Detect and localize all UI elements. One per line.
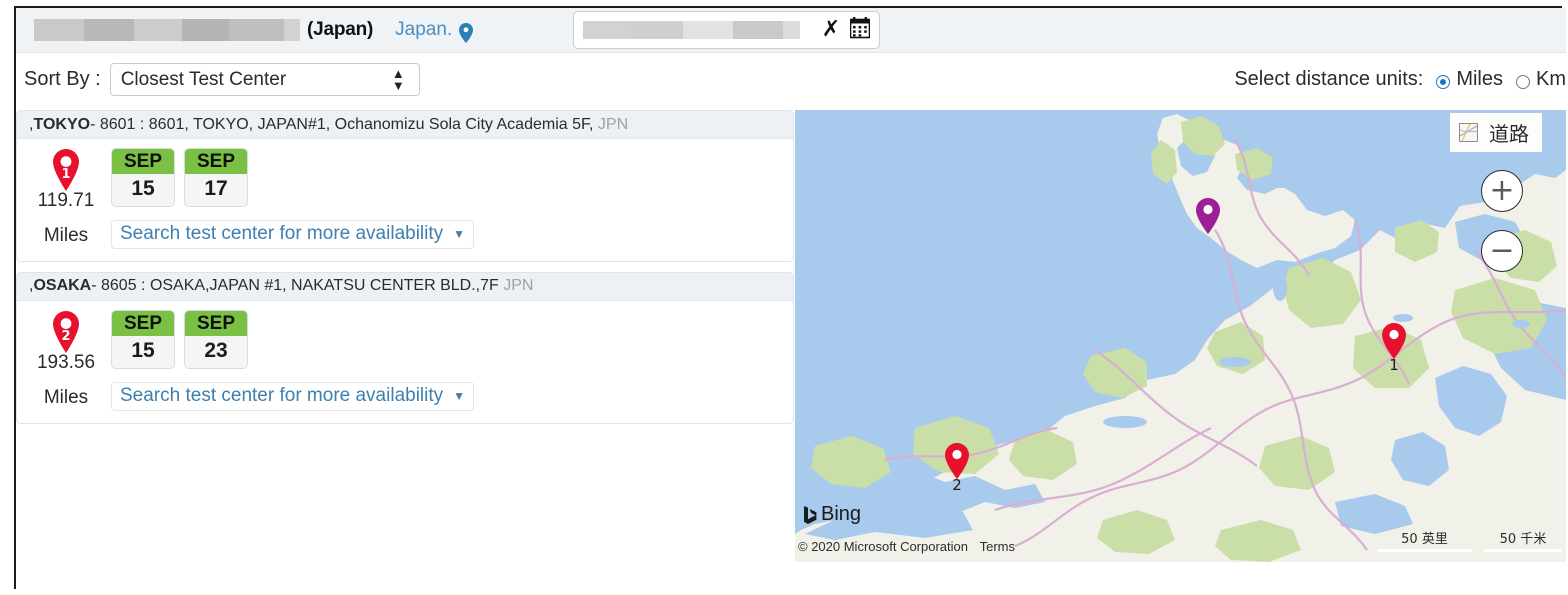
scale-miles-bar — [1377, 549, 1472, 552]
zoom-out-button[interactable]: − — [1481, 230, 1523, 272]
date-badge-month: SEP — [185, 310, 247, 336]
distance-unit: Miles — [43, 225, 89, 246]
date-badge[interactable]: SEP 17 — [184, 148, 248, 207]
calendar-icon[interactable] — [849, 16, 871, 44]
sort-by-value: Closest Test Center — [120, 68, 287, 90]
scale-km-label: 50 千米 — [1499, 532, 1547, 547]
map-canvas — [795, 110, 1566, 562]
zoom-in-button[interactable]: + — [1481, 170, 1523, 212]
country-label: (Japan) — [307, 19, 374, 40]
map-type-label: 道路 — [1489, 122, 1529, 146]
date-badge-day: 17 — [185, 173, 247, 206]
date-badge[interactable]: SEP 15 — [111, 148, 175, 207]
map-marker-label: 1 — [1389, 356, 1399, 374]
map-marker-home[interactable] — [1194, 197, 1222, 235]
radio-miles[interactable] — [1436, 74, 1451, 89]
bing-logo[interactable]: Bing — [803, 503, 861, 526]
candidate-name-redacted — [34, 19, 300, 41]
pin-number: 1 — [61, 167, 70, 182]
copyright-text: © 2020 Microsoft Corporation — [798, 539, 968, 554]
country-link[interactable]: Japan. — [395, 19, 452, 41]
road-map-icon — [1459, 123, 1478, 142]
date-badges: SEP 15 SEP 23 — [111, 309, 783, 369]
date-badge-day: 15 — [112, 335, 174, 368]
chevron-updown-icon: ▲ ▼ — [391, 66, 405, 93]
chevron-down-icon: ▼ — [453, 388, 466, 403]
distance-unit: Miles — [43, 386, 89, 408]
search-more-label: Search test center for more availability — [120, 222, 444, 244]
search-more-label: Search test center for more availability — [120, 384, 444, 406]
test-center-country-code: JPN — [503, 277, 534, 295]
map-copyright: © 2020 Microsoft Corporation Terms — [798, 539, 1015, 554]
date-badges: SEP 15 SEP 17 — [111, 148, 783, 207]
radio-km[interactable] — [1516, 74, 1530, 89]
map-marker-2[interactable]: 2 — [943, 442, 971, 494]
toolbar-row: Sort By : Closest Test Center ▲ ▼ Select … — [16, 53, 1566, 106]
plus-icon: + — [1489, 173, 1515, 208]
test-center-list: , TOKYO - 8601 : 8601, TOKYO, JAPAN#1, O… — [16, 110, 794, 589]
test-center-search-page: (Japan) Japan. ✗ Sort By: Closest Test … — [0, 0, 1568, 595]
bing-map[interactable]: 道路 + − 1 2 Bing © 2020 Microsoft Corpora… — [795, 110, 1566, 562]
test-center-details: - 8601 : 8601, TOKYO, JAPAN#1, Ochanomiz… — [90, 115, 594, 133]
test-center-body: 1 119.71 Miles SEP 15 SEP 17 Search test… — [17, 139, 793, 261]
scale-miles: 50 英里 — [1377, 528, 1472, 552]
location-pin-icon — [459, 23, 474, 43]
map-pin-icon: 2 — [49, 310, 83, 354]
sort-by-label: Sort By : — [24, 68, 101, 90]
date-badge-day: 15 — [112, 173, 174, 206]
distance-value: 193.56 — [36, 351, 96, 373]
date-badge-month: SEP — [185, 149, 247, 174]
test-center-body: 2 193.56 Miles SEP 15 SEP 23 Search test… — [17, 301, 793, 423]
date-badge[interactable]: SEP 15 — [111, 309, 175, 369]
distance-column: 1 119.71 Miles — [27, 148, 105, 249]
radio-miles-label: Miles — [1456, 68, 1503, 90]
minus-icon: − — [1489, 233, 1515, 268]
date-badge[interactable]: SEP 23 — [184, 309, 248, 369]
test-center-header: , OSAKA - 8605 : OSAKA,JAPAN #1, NAKATSU… — [17, 272, 793, 301]
map-pin-icon: 1 — [49, 148, 83, 192]
availability-column: SEP 15 SEP 17 Search test center for mor… — [111, 148, 783, 249]
date-badge-month: SEP — [112, 310, 174, 336]
test-center-header: , TOKYO - 8601 : 8601, TOKYO, JAPAN#1, O… — [17, 111, 793, 139]
bing-label: Bing — [821, 503, 862, 525]
map-scale-bar: 50 英里 50 千米 — [1365, 528, 1562, 552]
test-center-details: - 8605 : OSAKA,JAPAN #1, NAKATSU CENTER … — [91, 277, 499, 295]
scale-km-bar — [1484, 549, 1562, 552]
test-center-card[interactable]: , OSAKA - 8605 : OSAKA,JAPAN #1, NAKATSU… — [16, 271, 794, 424]
distance-value: 119.71 — [37, 190, 95, 211]
availability-column: SEP 15 SEP 23 Search test center for mor… — [111, 309, 783, 411]
test-center-city: TOKYO — [33, 115, 91, 133]
close-x-icon[interactable]: ✗ — [822, 19, 840, 41]
map-marker-1[interactable]: 1 — [1380, 322, 1408, 374]
distance-units-group: Select distance units: Miles Km — [1234, 68, 1566, 91]
map-marker-label: 2 — [952, 476, 962, 494]
date-badge-day: 23 — [185, 335, 247, 368]
search-more-availability-button[interactable]: Search test center for more availability… — [111, 219, 475, 249]
bing-mark-icon — [803, 505, 817, 524]
date-value-redacted — [583, 21, 800, 39]
test-center-card[interactable]: , TOKYO - 8601 : 8601, TOKYO, JAPAN#1, O… — [16, 110, 794, 262]
appointment-date-field[interactable]: ✗ — [573, 11, 881, 49]
terms-link[interactable]: Terms — [980, 539, 1015, 554]
search-more-availability-button[interactable]: Search test center for more availability… — [111, 381, 475, 411]
pin-number: 2 — [61, 329, 70, 344]
test-center-country-code: JPN — [597, 115, 629, 133]
header-bar: (Japan) Japan. ✗ — [16, 8, 1566, 53]
sort-by-select[interactable]: Closest Test Center ▲ ▼ — [109, 63, 420, 96]
distance-column: 2 193.56 Miles — [27, 310, 105, 411]
radio-km-label: Km — [1536, 68, 1566, 90]
map-type-button[interactable]: 道路 — [1450, 113, 1542, 152]
distance-units-label: Select distance units: — [1234, 68, 1424, 90]
chevron-down-icon: ▼ — [453, 226, 466, 241]
scale-km: 50 千米 — [1484, 528, 1562, 552]
date-badge-month: SEP — [112, 149, 174, 174]
scale-miles-label: 50 英里 — [1401, 532, 1448, 547]
test-center-city: OSAKA — [33, 277, 92, 295]
